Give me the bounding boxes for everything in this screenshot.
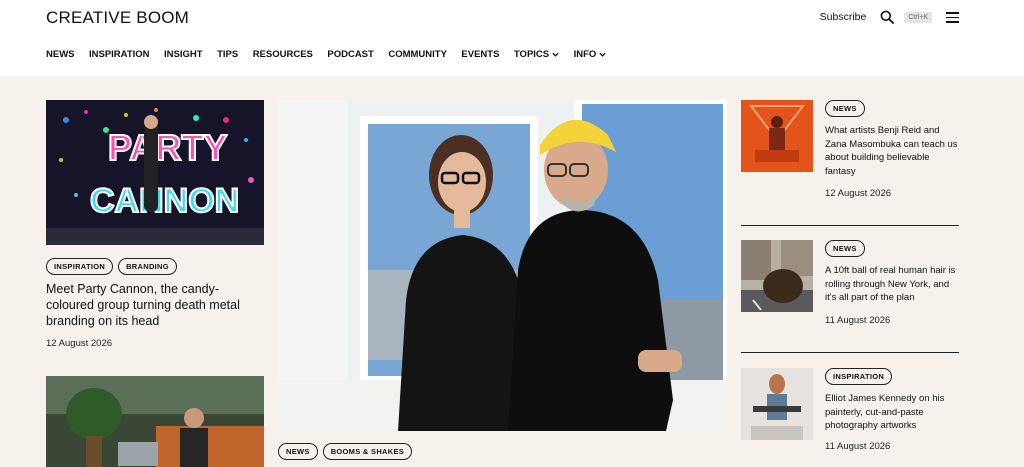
feature-image-portrait[interactable] (278, 100, 727, 431)
nav-item-insight[interactable]: INSIGHT (164, 49, 203, 60)
office-portrait-image[interactable] (46, 376, 264, 467)
divider (741, 352, 959, 353)
chevron-down-icon (552, 52, 559, 57)
nav-label: PODCAST (327, 49, 374, 60)
tag-booms-shakes[interactable]: BOOMS & SHAKES (322, 443, 413, 460)
article-title[interactable]: Elliot James Kennedy on his painterly, c… (825, 392, 959, 433)
nav-item-podcast[interactable]: PODCAST (327, 49, 373, 60)
tag-news[interactable]: NEWS (825, 100, 865, 117)
svg-text:CANNON: CANNON (90, 182, 239, 220)
article-tags: INSPIRATION BRANDING (46, 258, 177, 275)
party-cannon-image[interactable]: PARTY CANNON (46, 100, 264, 245)
nav-label: TOPICS (513, 49, 550, 60)
article-thumbnail[interactable] (741, 368, 813, 440)
tag-inspiration[interactable]: INSPIRATION (825, 368, 893, 385)
feature-tags: NEWS BOOMS & SHAKES (278, 443, 413, 460)
header-actions: Subscribe Ctrl+K (820, 10, 932, 24)
nav-item-events[interactable]: EVENTS (461, 49, 499, 60)
nav-label: COMMUNITY (388, 49, 447, 60)
nav-item-news[interactable]: NEWS (46, 49, 75, 60)
article-date: 11 August 2026 (825, 315, 891, 326)
sidebar-article-1: NEWS What artists Benji Reid and Zana Ma… (741, 100, 959, 210)
sidebar-article-2: NEWS A 10ft ball of real human hair is r… (741, 240, 959, 340)
search-icon[interactable] (880, 10, 895, 24)
tag-news[interactable]: NEWS (825, 240, 865, 257)
nav-label: RESOURCES (252, 49, 313, 60)
nav-item-topics[interactable]: TOPICS (514, 49, 559, 60)
svg-text:PARTY: PARTY (108, 127, 227, 168)
nav-item-info[interactable]: INFO (574, 49, 607, 60)
nav-label: EVENTS (461, 49, 500, 60)
article-thumbnail[interactable] (741, 240, 813, 312)
article-title[interactable]: Meet Party Cannon, the candy-coloured gr… (46, 281, 256, 329)
nav-item-tips[interactable]: TIPS (217, 49, 238, 60)
tag-branding[interactable]: BRANDING (118, 258, 177, 275)
nav-label: NEWS (46, 49, 75, 60)
article-title[interactable]: What artists Benji Reid and Zana Masombu… (825, 124, 959, 178)
chevron-down-icon (599, 52, 606, 57)
sidebar-article-3: INSPIRATION Elliot James Kennedy on his … (741, 368, 959, 467)
menu-icon[interactable] (946, 12, 959, 23)
nav-item-inspiration[interactable]: INSPIRATION (89, 49, 150, 60)
article-date: 12 August 2026 (825, 188, 892, 199)
article-title[interactable]: A 10ft ball of real human hair is rollin… (825, 264, 959, 305)
search-shortcut-hint: Ctrl+K (904, 11, 932, 23)
nav-label: INSPIRATION (89, 49, 150, 60)
nav-label: INSIGHT (164, 49, 203, 60)
article-thumbnail[interactable] (741, 100, 813, 172)
article-grid: PARTY CANNON INSPIRATION BRANDING Meet P… (0, 76, 1024, 467)
subscribe-link[interactable]: Subscribe (820, 11, 867, 23)
nav-item-resources[interactable]: RESOURCES (253, 49, 313, 60)
site-logo[interactable]: CREATIVE BOOM (46, 8, 189, 28)
nav-item-community[interactable]: COMMUNITY (388, 49, 447, 60)
site-header: CREATIVE BOOM Subscribe Ctrl+K NEWS INSP… (0, 0, 1024, 76)
main-nav: NEWS INSPIRATION INSIGHT TIPS RESOURCES … (46, 49, 621, 60)
article-date: 12 August 2026 (46, 338, 113, 349)
divider (741, 225, 959, 226)
tag-news[interactable]: NEWS (278, 443, 318, 460)
nav-label: INFO (573, 49, 597, 60)
nav-label: TIPS (217, 49, 239, 60)
tag-inspiration[interactable]: INSPIRATION (46, 258, 114, 275)
article-date: 11 August 2026 (825, 441, 891, 452)
